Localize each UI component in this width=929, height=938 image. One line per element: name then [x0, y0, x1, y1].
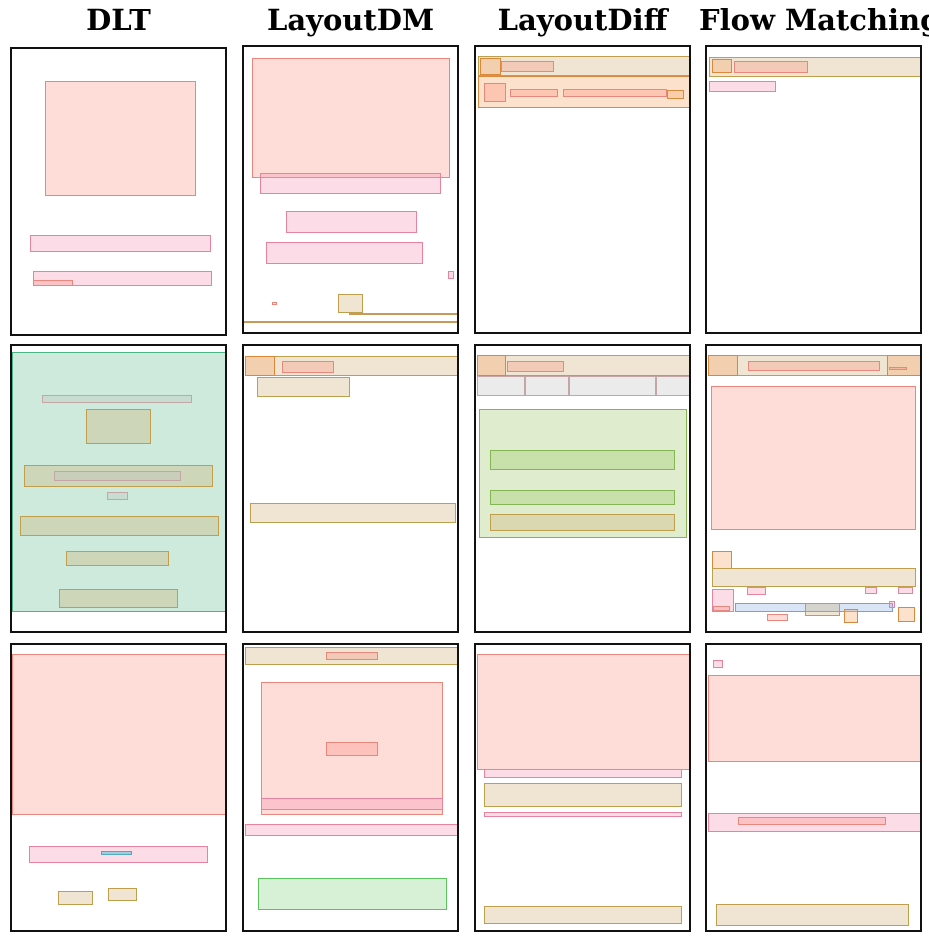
layout-element-orange: [667, 90, 684, 99]
layout-element-tan: [86, 409, 151, 444]
layout-element-gray: [42, 395, 192, 403]
layout-element-tan: [490, 514, 675, 531]
panel-layoutdiff-3: [474, 643, 691, 932]
layout-element-orange: [708, 355, 738, 376]
layout-element-text: [326, 652, 378, 660]
column-title-layoutdiff: LayoutDiff: [497, 3, 668, 37]
layout-element-pink: [448, 271, 454, 279]
panel-flow-matching-1: [705, 45, 922, 334]
layout-element-text: [563, 89, 667, 97]
layout-element-text: [889, 367, 907, 370]
layout-element-tan: [712, 568, 916, 587]
layout-element-tan: [20, 516, 219, 536]
panel-dlt-2: [10, 344, 227, 633]
layout-element-line: [349, 313, 457, 315]
layout-element-text: [767, 614, 788, 621]
panel-dlt-1: [10, 47, 227, 336]
layout-element-pink: [245, 824, 457, 836]
layout-element-pink: [889, 601, 895, 608]
layout-element-text: [33, 280, 73, 286]
layout-element-pink: [713, 660, 723, 668]
layout-element-pink: [709, 81, 776, 92]
layout-element-text: [477, 654, 689, 770]
layout-element-pink: [286, 211, 417, 233]
layout-element-text: [252, 58, 450, 178]
layout-element-pink: [898, 587, 913, 594]
column-title-layoutdm: LayoutDM: [266, 3, 435, 37]
layout-element-text: [272, 302, 277, 305]
layout-element-text: [748, 361, 880, 371]
layout-element-text: [282, 361, 334, 373]
panel-flow-matching-3: [705, 643, 922, 932]
layout-element-gray: [656, 376, 689, 396]
layout-element-text: [12, 654, 225, 815]
layout-element-orange: [887, 355, 920, 376]
layout-element-gray: [54, 471, 181, 481]
layout-element-gray: [569, 376, 656, 396]
layout-element-line: [244, 321, 457, 323]
layout-element-gray: [525, 376, 569, 396]
column-title-dlt: DLT: [86, 3, 151, 37]
layout-element-orange: [477, 355, 506, 376]
layout-element-orange: [480, 58, 501, 75]
layout-element-tan: [108, 888, 137, 901]
layout-element-tan: [338, 294, 363, 313]
layout-element-lgreen: [258, 878, 447, 910]
layout-element-green: [490, 490, 675, 505]
panel-layoutdm-1: [242, 45, 459, 334]
panel-flow-matching-2: [705, 344, 922, 633]
layout-element-orange: [898, 607, 915, 622]
layout-element-text: [510, 89, 558, 97]
layout-element-text: [713, 606, 730, 611]
layout-element-pink: [261, 798, 443, 810]
layout-element-text: [45, 81, 196, 196]
layout-element-tan: [805, 603, 840, 616]
layout-element-tan: [484, 783, 682, 807]
layout-element-pink: [865, 587, 877, 594]
panel-dlt-3: [10, 643, 227, 932]
layout-element-text: [501, 61, 554, 72]
layout-element-tan: [250, 503, 456, 523]
layout-element-cyan: [101, 851, 132, 855]
layout-element-pink: [30, 235, 211, 252]
panel-layoutdiff-1: [474, 45, 691, 334]
layout-element-text: [326, 742, 378, 756]
layout-element-pink: [484, 812, 682, 817]
layout-element-gray: [477, 376, 525, 396]
layout-element-text: [711, 386, 916, 530]
layout-element-text: [484, 83, 506, 102]
layout-element-text: [738, 817, 886, 825]
layout-element-gray: [107, 492, 128, 500]
layout-element-orange: [844, 609, 858, 623]
column-title-flow-matching: Flow Matching: [699, 3, 929, 37]
layout-element-tan: [245, 356, 457, 376]
layout-element-tan: [58, 891, 93, 905]
layout-element-green: [490, 450, 675, 470]
layout-element-pink: [266, 242, 423, 264]
layout-element-tan: [484, 906, 682, 924]
layout-element-text: [708, 675, 920, 762]
layout-element-text: [734, 61, 808, 73]
layout-element-pink: [260, 173, 441, 194]
layout-element-orange: [245, 356, 275, 376]
layout-element-tan: [66, 551, 169, 566]
layout-element-orange: [712, 59, 732, 73]
layout-element-orange: [712, 551, 732, 569]
layout-element-pink: [484, 769, 682, 778]
layout-element-tan: [59, 589, 178, 608]
layout-element-tan: [716, 904, 909, 926]
panel-layoutdm-2: [242, 344, 459, 633]
layout-element-text: [507, 361, 564, 372]
panel-layoutdm-3: [242, 643, 459, 932]
panel-layoutdiff-2: [474, 344, 691, 633]
layout-element-pink: [747, 587, 766, 595]
layout-element-tan: [257, 377, 350, 397]
